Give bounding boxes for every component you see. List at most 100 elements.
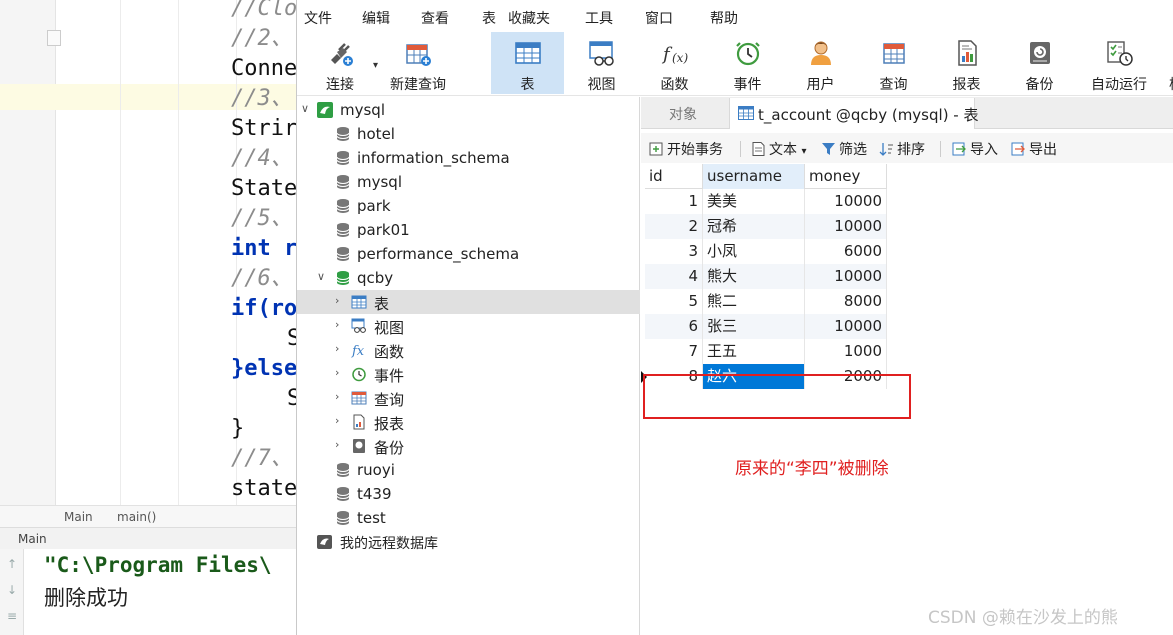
scroll-down-icon[interactable]: ↓ (5, 583, 19, 597)
functions-button[interactable]: f (x) 函数 (638, 32, 711, 94)
sort-button[interactable]: 排序 (879, 139, 925, 159)
collapse-arrow-icon[interactable]: › (335, 390, 347, 404)
code-line[interactable]: } (231, 414, 244, 444)
menu-tools[interactable]: 工具 (585, 8, 613, 28)
new-query-button[interactable]: 新建查询 (383, 32, 453, 94)
column-header-id[interactable]: id (645, 164, 703, 189)
cell-id[interactable]: 6 (645, 314, 703, 339)
cell-id[interactable]: 5 (645, 289, 703, 314)
column-header-username[interactable]: username (703, 164, 805, 189)
expand-arrow-icon[interactable]: ∨ (317, 270, 329, 284)
tree-db-performance-schema[interactable]: performance_schema (297, 242, 640, 266)
connect-button[interactable]: 连接 (305, 32, 375, 94)
code-line[interactable]: //6、 (231, 264, 293, 294)
table-row[interactable]: 3 小凤 6000 (645, 239, 887, 264)
connect-dropdown-caret-icon[interactable]: ▾ (373, 60, 378, 71)
cell-username[interactable]: 王五 (703, 339, 805, 364)
code-line[interactable]: State (231, 174, 297, 204)
filter-button[interactable]: 筛选 (821, 139, 867, 159)
code-line[interactable]: //7、 (231, 444, 293, 474)
collapse-arrow-icon[interactable]: › (335, 294, 347, 308)
tree-db-park01[interactable]: park01 (297, 218, 640, 242)
tree-db-t439[interactable]: t439 (297, 482, 640, 506)
scroll-up-icon[interactable]: ↑ (5, 557, 19, 571)
automation-button[interactable]: 自动运行 (1076, 32, 1162, 94)
model-button[interactable]: 核 (1163, 32, 1173, 94)
cell-id[interactable]: 3 (645, 239, 703, 264)
cell-id[interactable]: 2 (645, 214, 703, 239)
tree-qcby-views[interactable]: › 视图 (297, 314, 640, 338)
code-line[interactable]: state (231, 474, 297, 504)
text-dropdown-caret-icon[interactable]: ▾ (801, 146, 806, 157)
collapse-arrow-icon[interactable]: › (335, 438, 347, 452)
collapse-arrow-icon[interactable]: › (335, 342, 347, 356)
cell-username[interactable]: 熊二 (703, 289, 805, 314)
code-line[interactable]: //5、 (231, 204, 293, 234)
tree-qcby-reports[interactable]: › 报表 (297, 410, 640, 434)
tree-db-hotel[interactable]: hotel (297, 122, 640, 146)
cell-username[interactable]: 冠希 (703, 214, 805, 239)
views-button[interactable]: 视图 (565, 32, 638, 94)
collapse-arrow-icon[interactable]: › (335, 414, 347, 428)
import-button[interactable]: 导入 (952, 139, 998, 159)
code-line[interactable]: }else (231, 354, 297, 384)
tree-qcby-events[interactable]: › 事件 (297, 362, 640, 386)
tree-qcby-tables[interactable]: › 表 (297, 290, 640, 314)
cell-money[interactable]: 10000 (805, 189, 887, 214)
cell-username[interactable]: 小凤 (703, 239, 805, 264)
users-button[interactable]: 用户 (784, 32, 857, 94)
code-line[interactable]: //Clo (231, 0, 297, 24)
breadcrumb-method[interactable]: main() (117, 510, 156, 524)
cell-username[interactable]: 美美 (703, 189, 805, 214)
tables-button[interactable]: 表 (491, 32, 564, 94)
cell-id[interactable]: 1 (645, 189, 703, 214)
menu-table[interactable]: 表 (482, 8, 496, 28)
breadcrumb-class[interactable]: Main (64, 510, 93, 524)
menu-view[interactable]: 查看 (421, 8, 449, 28)
tree-db-ruoyi[interactable]: ruoyi (297, 458, 640, 482)
table-row[interactable]: 7 王五 1000 (645, 339, 887, 364)
cell-id[interactable]: 4 (645, 264, 703, 289)
cell-money[interactable]: 8000 (805, 289, 887, 314)
run-tool-window-tab[interactable]: Main (0, 527, 300, 549)
code-line[interactable]: //4、 (231, 144, 293, 174)
tree-qcby-queries[interactable]: › 查询 (297, 386, 640, 410)
cell-money[interactable]: 6000 (805, 239, 887, 264)
menu-file[interactable]: 文件 (304, 8, 332, 28)
code-line[interactable]: int r (231, 234, 297, 264)
cell-money[interactable]: 10000 (805, 264, 887, 289)
cell-username[interactable]: 张三 (703, 314, 805, 339)
code-line[interactable]: if(ro (231, 294, 297, 324)
tab-t-account[interactable]: t_account @qcby (mysql) - 表 (729, 98, 979, 129)
cell-money[interactable]: 10000 (805, 214, 887, 239)
menu-window[interactable]: 窗口 (645, 8, 673, 28)
collapse-arrow-icon[interactable]: › (335, 318, 347, 332)
cell-money[interactable]: 10000 (805, 314, 887, 339)
cell-money[interactable]: 1000 (805, 339, 887, 364)
tree-qcby-backups[interactable]: › 备份 (297, 434, 640, 458)
tab-objects[interactable]: 对象 (641, 97, 727, 129)
cell-id[interactable]: 7 (645, 339, 703, 364)
column-header-money[interactable]: money (805, 164, 887, 189)
tree-db-information-schema[interactable]: information_schema (297, 146, 640, 170)
tree-remote-databases[interactable]: 我的远程数据库 (297, 530, 640, 554)
table-row[interactable]: 5 熊二 8000 (645, 289, 887, 314)
menu-help[interactable]: 帮助 (710, 8, 738, 28)
code-line[interactable]: //2、 (231, 24, 293, 54)
code-line[interactable]: Conne (231, 54, 297, 84)
collapse-arrow-icon[interactable]: › (335, 366, 347, 380)
queries-button[interactable]: 查询 (857, 32, 930, 94)
expand-arrow-icon[interactable]: ∨ (301, 102, 313, 116)
code-line[interactable]: //3、 (231, 84, 293, 114)
tree-db-park[interactable]: park (297, 194, 640, 218)
menu-edit[interactable]: 编辑 (362, 8, 390, 28)
tree-db-test[interactable]: test (297, 506, 640, 530)
tree-qcby-functions[interactable]: › fx 函数 (297, 338, 640, 362)
tree-db-qcby[interactable]: ∨ qcby (297, 266, 640, 290)
table-row[interactable]: 1 美美 10000 (645, 189, 887, 214)
tree-connection-mysql[interactable]: ∨ mysql (297, 98, 640, 122)
reports-button[interactable]: 报表 (930, 32, 1003, 94)
table-row[interactable]: 4 熊大 10000 (645, 264, 887, 289)
cell-username[interactable]: 熊大 (703, 264, 805, 289)
events-button[interactable]: 事件 (711, 32, 784, 94)
